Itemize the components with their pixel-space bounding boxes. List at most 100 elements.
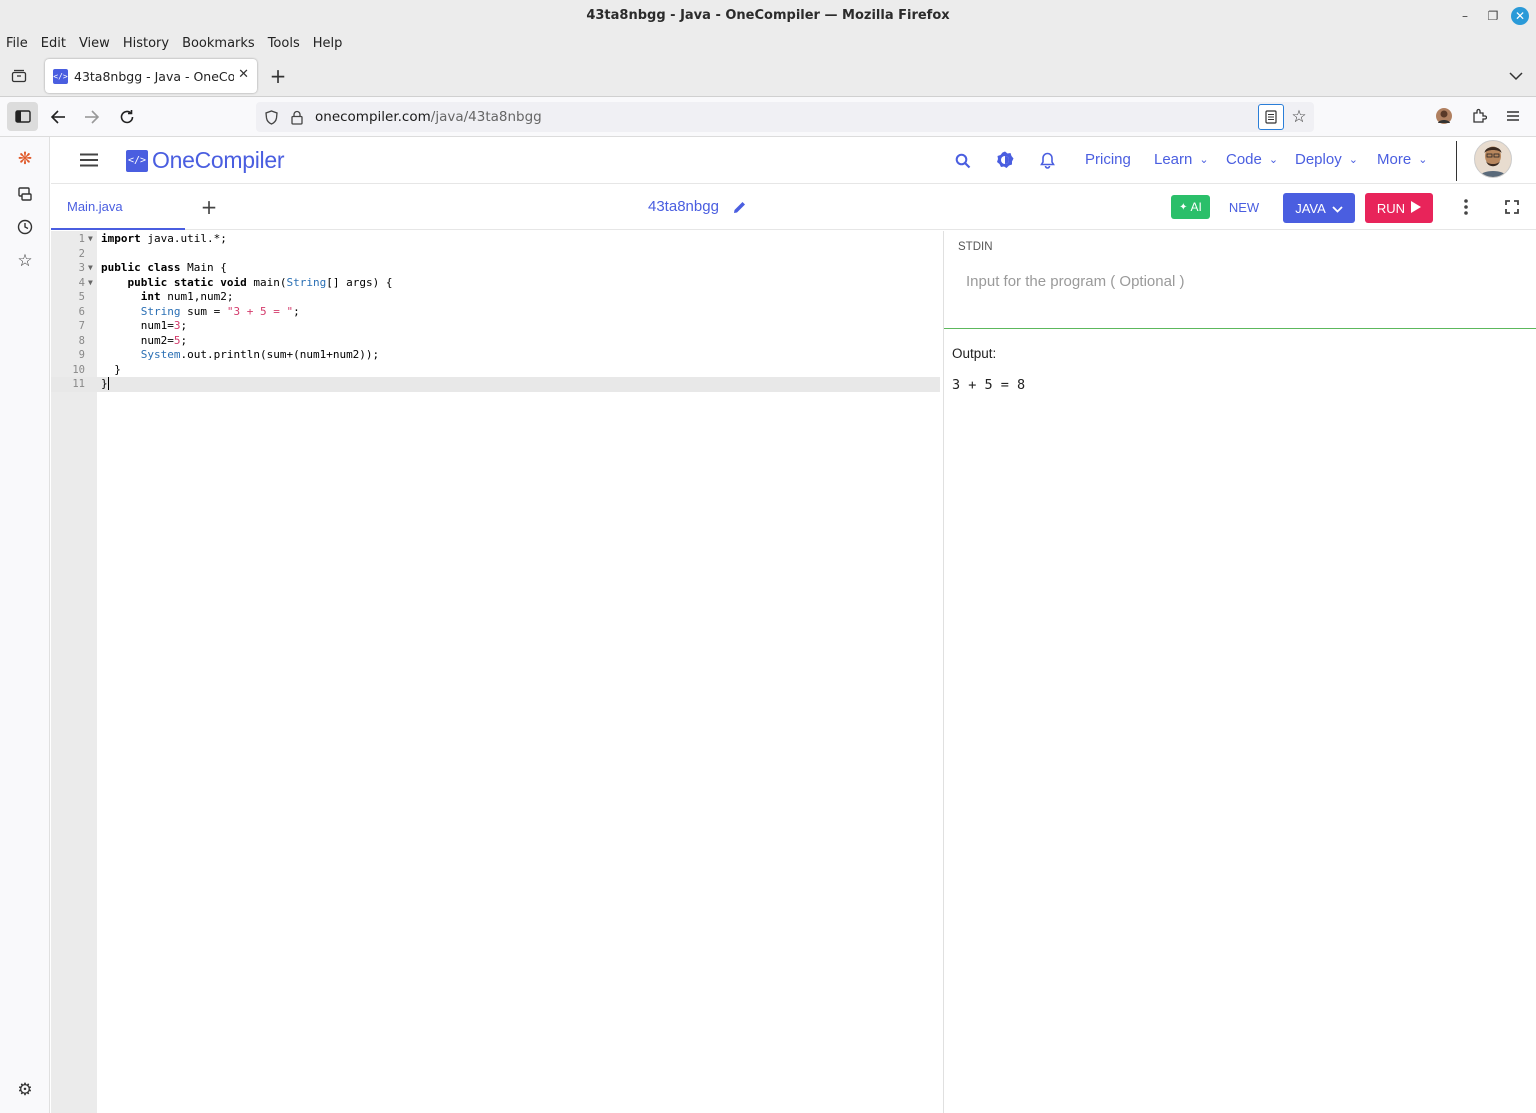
browser-tab-title: 43ta8nbgg - Java - OneCom [74, 68, 234, 84]
new-button[interactable]: NEW [1223, 195, 1265, 219]
menu-view[interactable]: View [79, 36, 110, 51]
ai-chatbot-sparkle-icon[interactable]: ❋ [15, 149, 35, 169]
code-editor[interactable]: 1 ▼ import java.util.*; 2 3 ▼ public class M… [51, 231, 940, 1113]
io-panel: STDIN Input for the program ( Optional )… [943, 231, 1536, 1113]
ai-button-label: AI [1190, 200, 1202, 214]
add-file-plus-icon[interactable]: + [199, 195, 219, 219]
bookmark-star-icon[interactable]: ☆ [1289, 107, 1309, 127]
chevron-down-icon: ⌄ [1418, 154, 1428, 166]
code-line-active: 11} [51, 377, 940, 392]
url-bar[interactable]: onecompiler.com/java/43ta8nbgg ☆ [256, 102, 1314, 132]
menu-help[interactable]: Help [313, 36, 343, 51]
nav-learn-dropdown[interactable]: Learn ⌄ [1154, 151, 1209, 168]
bookmarks-star-icon[interactable]: ☆ [15, 251, 35, 271]
nav-code-label: Code [1226, 151, 1262, 168]
edit-pencil-icon[interactable] [731, 199, 747, 215]
synced-tabs-icon[interactable] [15, 184, 35, 204]
editor-toolbar: Main.java + 43ta8nbgg ✦ AI NEW JAVA RUN [51, 184, 1536, 230]
menu-tools[interactable]: Tools [268, 36, 300, 51]
tab-close-icon[interactable]: ✕ [238, 67, 249, 82]
code-line: 1 ▼ import java.util.*; [78, 232, 227, 245]
window-title: 43ta8nbgg - Java - OneCompiler — Mozilla… [586, 8, 950, 23]
tab-strip: </> 43ta8nbgg - Java - OneCom ✕ + [0, 55, 1536, 97]
code-line: 9 System.out.println(sum+(num1+num2)); [78, 348, 380, 361]
code-line: 6 String sum = "3 + 5 = "; [78, 304, 300, 318]
code-line: 4 ▼ public static void main(String[] args… [78, 275, 393, 289]
new-tab-icon[interactable]: + [268, 64, 288, 88]
sidebar-toggle-icon[interactable] [7, 102, 38, 131]
ai-button[interactable]: ✦ AI [1171, 195, 1210, 219]
file-tab-main-java[interactable]: Main.java [51, 184, 185, 230]
code-line: 2 [78, 247, 85, 260]
language-select[interactable]: JAVA [1283, 193, 1355, 223]
restore-icon[interactable]: ❐ [1484, 7, 1502, 25]
code-line: 10 } [72, 362, 121, 376]
project-name[interactable]: 43ta8nbgg [648, 198, 719, 215]
menu-file[interactable]: File [6, 36, 28, 51]
site-logo[interactable]: </> OneCompiler [126, 147, 285, 174]
url-text[interactable]: onecompiler.com/java/43ta8nbgg [315, 109, 542, 125]
account-avatar-icon[interactable] [1434, 106, 1454, 126]
chevron-down-icon: ⌄ [1199, 154, 1209, 166]
file-tab-label: Main.java [67, 199, 123, 214]
logo-text: OneCompiler [152, 147, 285, 173]
code-lines: 1 ▼ import java.util.*; 2 3 ▼ public class M… [51, 232, 940, 392]
nav-more-label: More [1377, 151, 1412, 168]
chevron-down-icon [1332, 201, 1343, 216]
language-label: JAVA [1295, 200, 1326, 216]
code-line: 5 int num1,num2; [78, 290, 234, 303]
stdin-divider [944, 328, 1536, 329]
browser-tab-active[interactable]: </> 43ta8nbgg - Java - OneCom ✕ [45, 59, 257, 93]
app-menu-hamburger-icon[interactable] [1503, 106, 1523, 126]
back-arrow-icon[interactable] [47, 106, 69, 128]
url-domain: onecompiler.com [315, 109, 431, 125]
menu-bar: File Edit View History Bookmarks Tools H… [0, 31, 1536, 55]
code-line: 7 num1=3; [78, 319, 188, 332]
code-line: 3 ▼ public class Main { [78, 261, 227, 274]
logo-mark-icon: </> [126, 149, 148, 172]
lock-icon[interactable] [289, 109, 305, 125]
nav-learn-label: Learn [1154, 151, 1193, 168]
settings-gear-icon[interactable]: ⚙ [15, 1080, 35, 1100]
run-button[interactable]: RUN [1365, 193, 1433, 223]
more-options-vertical-icon[interactable] [1456, 197, 1476, 217]
extensions-puzzle-icon[interactable] [1469, 106, 1489, 126]
chevron-down-icon: ⌄ [1268, 154, 1279, 166]
nav-pricing-link[interactable]: Pricing [1085, 151, 1131, 168]
play-icon [1411, 200, 1422, 216]
fold-arrow-icon: ▼ [88, 277, 93, 287]
reader-view-icon[interactable] [1258, 104, 1284, 130]
forward-arrow-icon[interactable] [81, 106, 103, 128]
url-path: /java/43ta8nbgg [430, 109, 542, 125]
header-divider [1456, 141, 1457, 181]
minimize-icon[interactable]: – [1456, 7, 1474, 25]
theme-toggle-icon[interactable] [995, 150, 1015, 170]
reload-icon[interactable] [116, 106, 138, 128]
history-clock-icon[interactable] [15, 217, 35, 237]
nav-more-dropdown[interactable]: More ⌄ [1377, 151, 1427, 168]
window-titlebar: 43ta8nbgg - Java - OneCompiler — Mozilla… [0, 0, 1536, 31]
menu-bookmarks[interactable]: Bookmarks [182, 36, 255, 51]
menu-edit[interactable]: Edit [41, 36, 66, 51]
fullscreen-icon[interactable] [1502, 197, 1522, 217]
user-avatar[interactable] [1474, 140, 1512, 178]
stdin-label: STDIN [958, 241, 993, 253]
menu-history[interactable]: History [123, 36, 169, 51]
notifications-bell-icon[interactable] [1037, 150, 1057, 170]
fold-arrow-icon: ▼ [88, 234, 93, 243]
output-text: 3 + 5 = 8 [952, 377, 1026, 393]
code-line: 8 num2=5; [78, 333, 188, 347]
browser-sidebar: ❋ ☆ ⚙ [0, 137, 50, 1113]
navigation-bar: onecompiler.com/java/43ta8nbgg ☆ [0, 97, 1536, 137]
nav-code-dropdown[interactable]: Code ⌄ [1226, 151, 1278, 168]
nav-deploy-label: Deploy [1295, 151, 1342, 168]
tracking-shield-icon[interactable] [263, 109, 279, 125]
favicon-icon: </> [53, 68, 68, 84]
tab-overview-icon[interactable] [9, 67, 29, 85]
close-window-icon[interactable]: ✕ [1511, 7, 1529, 25]
list-tabs-chevron-icon[interactable] [1506, 67, 1526, 85]
nav-deploy-dropdown[interactable]: Deploy ⌄ [1295, 151, 1358, 168]
search-icon[interactable] [953, 151, 973, 171]
stdin-input[interactable]: Input for the program ( Optional ) [966, 273, 1184, 290]
site-menu-hamburger-icon[interactable] [79, 151, 99, 169]
